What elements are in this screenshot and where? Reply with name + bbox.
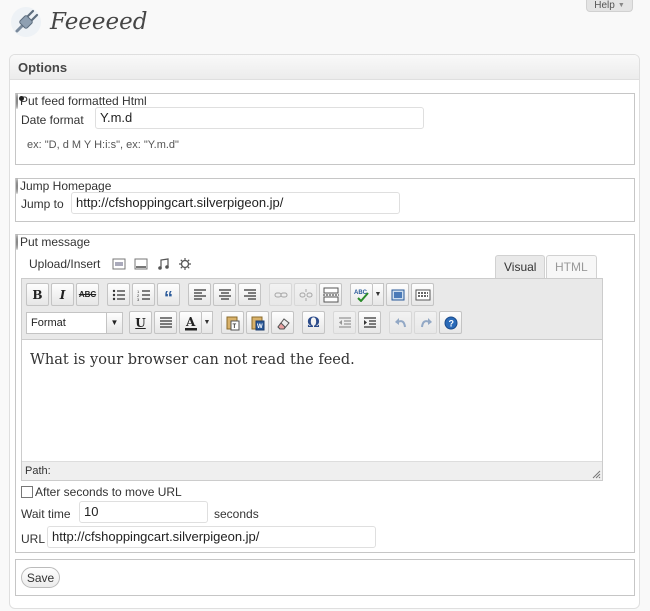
put-message-option[interactable]: Put message <box>16 234 634 250</box>
plugin-icon <box>11 7 41 37</box>
unlink-icon[interactable] <box>294 283 317 306</box>
add-audio-icon[interactable] <box>156 257 170 271</box>
add-media-icon[interactable] <box>178 257 192 271</box>
text-color-dropdown-icon[interactable]: ▼ <box>202 311 213 334</box>
editor-path-bar: Path: <box>22 461 602 480</box>
url-input[interactable]: http://cfshoppingcart.silverpigeon.jp/ <box>47 526 376 548</box>
upload-insert-row: Upload/Insert <box>29 257 192 271</box>
special-char-icon[interactable]: Ω <box>302 311 325 334</box>
formatted-html-fieldset: Put feed formatted Html Date format Y.m.… <box>15 93 635 165</box>
tab-html[interactable]: HTML <box>546 255 597 279</box>
formatted-html-label: Put feed formatted Html <box>20 94 147 108</box>
save-fieldset <box>15 559 635 596</box>
resize-grip-icon[interactable] <box>591 469 601 479</box>
spellcheck-dropdown-icon[interactable]: ▼ <box>373 283 384 306</box>
svg-text:T: T <box>232 324 236 330</box>
options-title: Options <box>10 55 639 80</box>
jump-homepage-radio[interactable] <box>16 178 18 194</box>
format-dropdown-icon: ▼ <box>106 312 122 333</box>
put-message-label: Put message <box>20 235 91 249</box>
spellcheck-icon[interactable]: ABC <box>350 283 373 306</box>
seconds-label: seconds <box>214 507 259 521</box>
bold-icon[interactable]: B <box>26 283 49 306</box>
after-seconds-label: After seconds to move URL <box>35 485 182 499</box>
help-label: Help <box>594 0 615 11</box>
paste-word-icon[interactable]: W <box>246 311 269 334</box>
date-format-input[interactable]: Y.m.d <box>95 107 424 129</box>
wait-time-label: Wait time <box>21 507 71 521</box>
text-color-icon[interactable]: A <box>179 311 202 334</box>
underline-icon[interactable]: U <box>129 311 152 334</box>
toolbar-row-1: B I ABC 123 “ ABC ▼ <box>26 283 436 307</box>
justify-icon[interactable] <box>154 311 177 334</box>
bullet-list-icon[interactable] <box>107 283 130 306</box>
jump-to-input[interactable]: http://cfshoppingcart.silverpigeon.jp/ <box>71 192 400 214</box>
svg-text:3: 3 <box>137 297 140 301</box>
undo-icon[interactable] <box>389 311 412 334</box>
numbered-list-icon[interactable]: 123 <box>132 283 155 306</box>
fullscreen-icon[interactable] <box>386 283 409 306</box>
save-button[interactable]: Save <box>21 567 60 588</box>
tab-visual[interactable]: Visual <box>495 255 546 279</box>
rich-text-editor: B I ABC 123 “ ABC ▼ Format ▼ U A ▼ T W Ω… <box>21 278 603 481</box>
help-button[interactable]: Help ▼ <box>586 0 633 12</box>
after-seconds-checkbox[interactable] <box>21 486 33 498</box>
date-format-hint: ex: "D, d M Y H:i:s", ex: "Y.m.d" <box>27 139 179 151</box>
align-center-icon[interactable] <box>213 283 236 306</box>
format-select[interactable]: Format ▼ <box>26 311 123 334</box>
date-format-label: Date format <box>21 113 84 127</box>
upload-insert-label: Upload/Insert <box>29 257 101 271</box>
put-message-radio[interactable] <box>16 234 18 250</box>
italic-icon[interactable]: I <box>51 283 74 306</box>
svg-text:A: A <box>185 315 196 329</box>
remove-format-icon[interactable] <box>271 311 294 334</box>
align-left-icon[interactable] <box>188 283 211 306</box>
page-title: Feeeeed <box>50 9 148 35</box>
help-icon[interactable]: ? <box>439 311 462 334</box>
jump-to-label: Jump to <box>21 197 64 211</box>
formatted-html-radio[interactable] <box>16 93 18 109</box>
outdent-icon[interactable] <box>333 311 356 334</box>
put-message-fieldset: Put message Upload/Insert Visual HTML B … <box>15 234 635 553</box>
page-header: Feeeeed <box>10 6 147 38</box>
path-label: Path: <box>25 465 51 477</box>
add-video-icon[interactable] <box>134 257 148 271</box>
kitchen-sink-icon[interactable] <box>411 283 434 306</box>
indent-icon[interactable] <box>358 311 381 334</box>
editor-toolbar: B I ABC 123 “ ABC ▼ Format ▼ U A ▼ T W Ω… <box>22 279 602 340</box>
paste-text-icon[interactable]: T <box>221 311 244 334</box>
add-image-icon[interactable] <box>112 257 126 271</box>
more-tag-icon[interactable] <box>319 283 342 306</box>
url-label: URL <box>21 532 46 546</box>
strikethrough-icon[interactable]: ABC <box>76 283 99 306</box>
blockquote-icon[interactable]: “ <box>157 283 180 307</box>
jump-homepage-label: Jump Homepage <box>20 179 112 193</box>
options-panel: Options Put feed formatted Html Date for… <box>9 54 640 609</box>
toolbar-row-2: Format ▼ U A ▼ T W Ω ? <box>26 311 464 334</box>
link-icon[interactable] <box>269 283 292 306</box>
jump-homepage-fieldset: Jump Homepage Jump to http://cfshoppingc… <box>15 178 635 222</box>
format-select-value: Format <box>31 316 66 329</box>
editor-content[interactable]: What is your browser can not read the fe… <box>22 341 602 462</box>
help-dropdown-icon: ▼ <box>617 2 625 9</box>
formatted-html-option[interactable]: Put feed formatted Html <box>16 93 634 109</box>
wait-time-input[interactable]: 10 <box>79 501 208 523</box>
jump-homepage-option[interactable]: Jump Homepage <box>16 178 634 194</box>
align-right-icon[interactable] <box>238 283 261 306</box>
redo-icon[interactable] <box>414 311 437 334</box>
svg-text:?: ? <box>448 318 454 328</box>
svg-text:W: W <box>257 324 263 330</box>
